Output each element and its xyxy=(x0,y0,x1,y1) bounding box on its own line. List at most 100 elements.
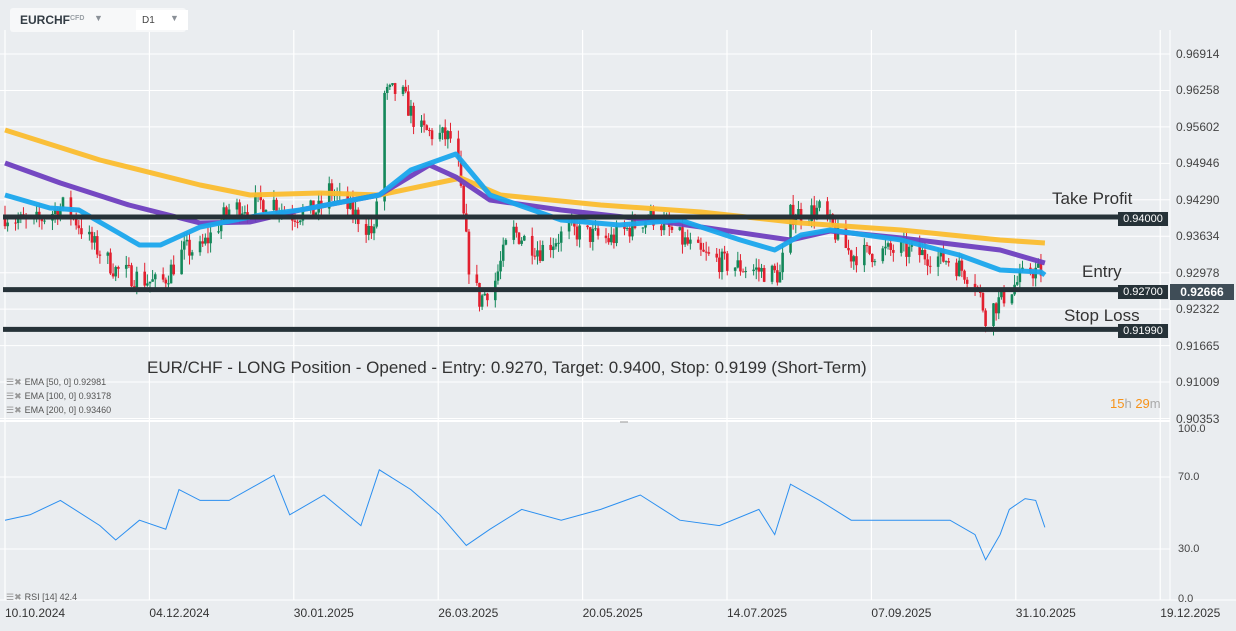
candle-down xyxy=(425,125,429,130)
candle-down xyxy=(865,244,869,246)
candle-up xyxy=(375,201,378,227)
settings-icon[interactable]: ☰✖ xyxy=(6,377,22,387)
candle-down xyxy=(928,265,932,267)
candle-down xyxy=(973,283,977,288)
indicator-rsi[interactable]: ☰✖ RSI [14] 42.4 xyxy=(6,592,77,603)
date-axis-label: 19.12.2025 xyxy=(1160,606,1221,620)
candle-down xyxy=(515,226,518,233)
candle-up xyxy=(921,250,924,256)
candle-down xyxy=(143,271,147,286)
candle-up xyxy=(180,249,183,275)
candle-up xyxy=(106,252,110,256)
candle-down xyxy=(262,200,265,213)
candle-down xyxy=(478,282,481,307)
candle-up xyxy=(88,231,91,235)
symbol-dropdown-icon[interactable]: ▼ xyxy=(94,13,103,23)
candle-up xyxy=(198,241,202,253)
candle-up xyxy=(567,222,571,232)
date-axis-label: 10.10.2024 xyxy=(5,606,66,620)
candle-down xyxy=(847,247,850,251)
candle-down xyxy=(206,237,210,244)
candle-down xyxy=(538,250,542,261)
trading-chart[interactable]: EURCHF CFD ▼ D1 ▼ 0.96914 0.96258 0.95602 0… xyxy=(0,0,1236,631)
candle-up xyxy=(182,241,186,250)
candle-down xyxy=(596,228,600,236)
price-axis-label: 0.91665 xyxy=(1176,338,1220,353)
rsi-axis-label: 70.0 xyxy=(1178,471,1200,483)
candle-down xyxy=(762,267,766,282)
candle-down xyxy=(868,245,871,254)
indicator-ema-200[interactable]: ☰✖ EMA [200, 0] 0.93460 xyxy=(6,405,111,416)
candle-down xyxy=(443,127,447,140)
candle-down xyxy=(364,224,368,235)
candle-up xyxy=(420,120,423,127)
symbol-name[interactable]: EURCHF xyxy=(20,13,70,27)
candle-down xyxy=(428,129,431,131)
indicator-label: RSI [14] 42.4 xyxy=(24,592,78,602)
candle-down xyxy=(77,225,81,229)
candle-up xyxy=(522,235,526,241)
candle-down xyxy=(926,259,929,266)
price-chart-canvas[interactable] xyxy=(0,0,1236,631)
candle-down xyxy=(586,225,589,228)
date-axis-label: 07.09.2025 xyxy=(871,606,932,620)
candle-up xyxy=(501,244,505,261)
indicator-ema-50[interactable]: ☰✖ EMA [50, 0] 0.92981 xyxy=(6,377,106,388)
candle-up xyxy=(16,219,20,224)
candle-up xyxy=(752,269,755,272)
candle-up xyxy=(992,303,995,326)
timeframe-dropdown-icon[interactable]: ▼ xyxy=(170,13,179,23)
entry-price-tag[interactable]: 0.92700 xyxy=(1118,285,1168,299)
candle-down xyxy=(80,228,83,235)
indicator-ema-100[interactable]: ☰✖ EMA [100, 0] 0.93178 xyxy=(6,391,111,402)
candle-down xyxy=(604,235,608,239)
candle-down xyxy=(718,257,721,273)
ema-200-line xyxy=(4,127,1046,246)
candle-up xyxy=(754,267,758,270)
candle-up xyxy=(204,237,207,244)
candle-up xyxy=(383,93,386,202)
take-profit-price-tag[interactable]: 0.94000 xyxy=(1118,212,1168,226)
candle-down xyxy=(660,225,663,231)
settings-icon[interactable]: ☰✖ xyxy=(6,391,22,401)
candle-up xyxy=(499,260,502,272)
candle-down xyxy=(462,185,465,214)
candle-up xyxy=(536,250,539,257)
settings-icon[interactable]: ☰✖ xyxy=(6,592,22,602)
candle-down xyxy=(965,279,969,284)
candle-down xyxy=(172,264,176,275)
candle-up xyxy=(148,281,152,284)
candle-up xyxy=(43,220,46,222)
candle-up xyxy=(185,239,189,242)
timeframe-select[interactable]: D1 ▼ xyxy=(136,10,188,30)
candle-down xyxy=(188,239,191,256)
date-axis-label: 26.03.2025 xyxy=(438,606,499,620)
candle-up xyxy=(227,209,231,215)
candle-up xyxy=(818,201,821,208)
candle-down xyxy=(475,274,479,283)
candle-down xyxy=(127,264,131,266)
candle-up xyxy=(733,267,737,271)
candle-up xyxy=(483,293,487,296)
symbol-type: CFD xyxy=(70,15,85,22)
candle-up xyxy=(551,246,555,251)
price-axis-label: 0.94946 xyxy=(1176,156,1220,171)
candle-down xyxy=(696,239,700,243)
candle-up xyxy=(936,256,940,267)
candle-up xyxy=(438,132,442,140)
candle-up xyxy=(873,261,877,263)
candle-down xyxy=(293,220,297,222)
settings-icon[interactable]: ☰✖ xyxy=(6,405,22,415)
candle-up xyxy=(61,197,65,208)
candle-up xyxy=(631,217,634,237)
candle-up xyxy=(391,83,394,85)
timer-hours: 15 xyxy=(1110,396,1125,411)
entry-label: Entry xyxy=(1082,262,1122,281)
candle-up xyxy=(781,252,784,273)
rsi-axis-label: 0.0 xyxy=(1178,593,1194,605)
candle-down xyxy=(393,83,397,94)
candle-up xyxy=(778,272,782,283)
candle-up xyxy=(1010,294,1014,304)
candle-down xyxy=(776,270,779,283)
stop-loss-price-tag[interactable]: 0.91990 xyxy=(1118,324,1168,338)
